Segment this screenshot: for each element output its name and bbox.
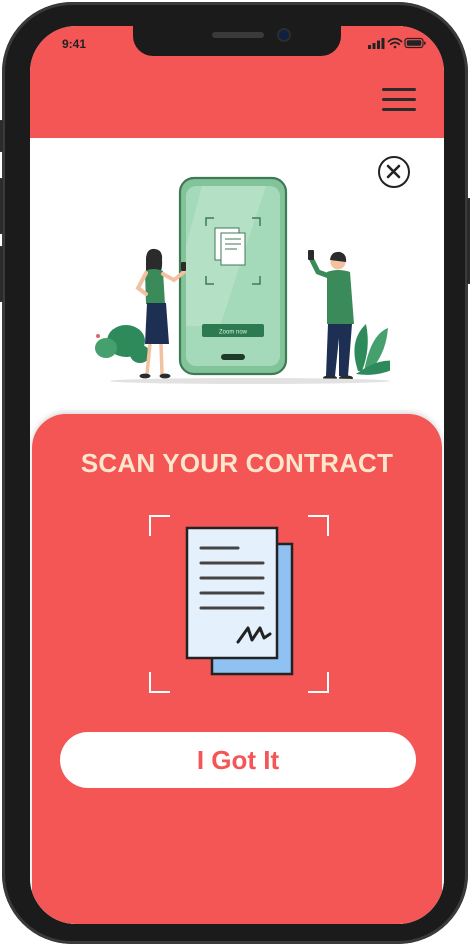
wifi-icon <box>387 37 403 49</box>
scan-contract-card: SCAN YOUR CONTRACT I Got It <box>32 414 442 924</box>
side-button-volume-down <box>0 246 3 302</box>
signal-icon <box>368 38 385 49</box>
side-button-silent <box>0 120 3 152</box>
speaker-grille <box>212 32 264 38</box>
got-it-button[interactable]: I Got It <box>60 732 416 788</box>
hamburger-menu-icon[interactable] <box>382 86 416 114</box>
scan-document-icon <box>149 515 329 693</box>
phone-notch <box>133 26 341 56</box>
app-header: 9:41 <box>30 26 444 138</box>
scan-illustration: Zoom now <box>95 176 390 384</box>
phone-illustration: Zoom now <box>178 176 288 376</box>
phone-screen: 9:41 Zoom now SCAN YOUR CONTRACT I Got I… <box>30 26 444 924</box>
plant-left <box>95 325 150 363</box>
front-camera <box>279 30 289 40</box>
ground-shadow <box>110 378 390 384</box>
man-figure <box>308 250 354 381</box>
phone-button-text: Zoom now <box>219 330 248 336</box>
status-icons <box>368 37 426 49</box>
card-title: SCAN YOUR CONTRACT <box>80 448 394 478</box>
side-button-volume-up <box>0 178 3 234</box>
battery-icon <box>404 37 426 49</box>
status-time: 9:41 <box>62 37 87 51</box>
phone-frame: 9:41 Zoom now SCAN YOUR CONTRACT I Got I… <box>0 2 470 944</box>
plant-right <box>354 324 390 375</box>
